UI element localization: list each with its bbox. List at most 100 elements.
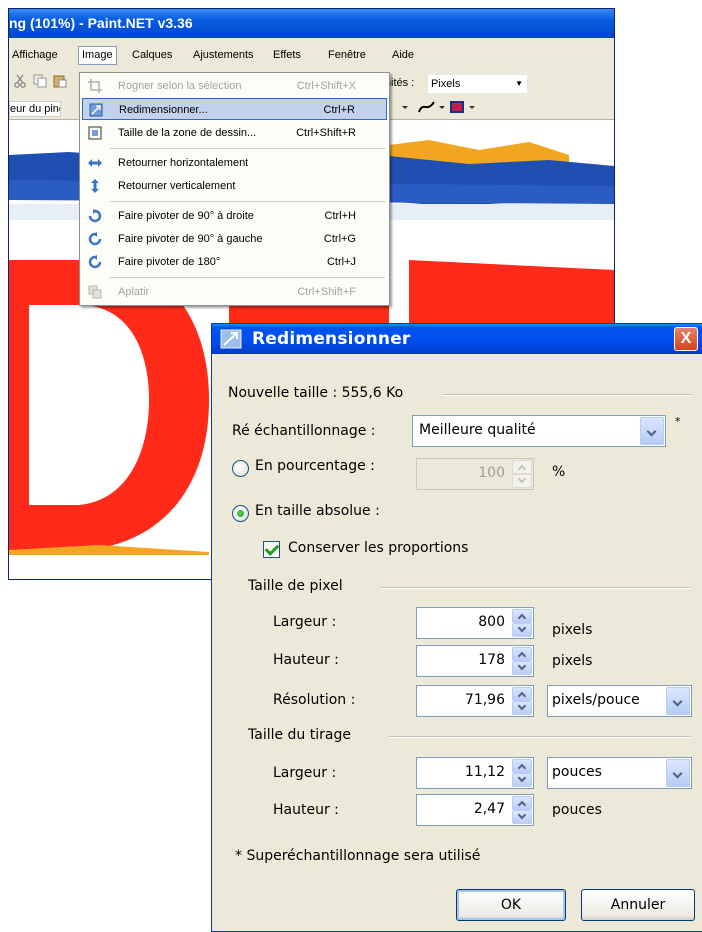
resize-dialog: Redimensionner X Nouvelle taille : 555,6… [211,323,702,932]
menu-rotate-180[interactable]: Faire pivoter de 180° Ctrl+J [82,251,387,273]
px-width-value: 800 [478,614,505,630]
menu-item-shortcut: Ctrl+G [323,233,356,245]
fill-mode-icon[interactable] [449,99,467,115]
menu-image[interactable]: Image [78,46,117,65]
window-title-bar[interactable]: ng (101%) - Paint.NET v3.36 [9,9,614,38]
menu-item-label: Rogner selon la sélection [118,80,242,92]
print-height-unit: pouces [552,802,602,818]
flip-vertical-icon [91,179,99,193]
menu-separator [110,277,385,278]
print-height-label: Hauteur : [273,802,339,818]
close-button[interactable]: X [674,327,698,351]
menu-flip-vertical[interactable]: Retourner verticalement [82,175,387,197]
absolute-size-radio[interactable] [232,505,249,522]
menu-rotate-left[interactable]: Faire pivoter de 90° à gauche Ctrl+G [82,228,387,250]
print-height-value: 2,47 [473,801,505,817]
cancel-button[interactable]: Annuler [581,889,695,921]
menu-flip-horizontal[interactable]: Retourner horizontalement [82,152,387,174]
spin-down-icon[interactable] [512,623,532,637]
menu-calques[interactable]: Calques [129,47,175,64]
group-line [388,736,690,738]
resolution-label: Résolution : [273,692,356,708]
menu-resize[interactable]: Redimensionner... Ctrl+R [82,98,387,120]
percent-unit: % [552,464,566,480]
menu-effets[interactable]: Effets [270,47,304,64]
menu-crop-to-selection[interactable]: Rogner selon la sélection Ctrl+Shift+X [82,75,387,97]
print-width-value: 11,12 [464,764,505,780]
chevron-down-icon[interactable] [438,100,446,114]
absolute-size-label[interactable]: En taille absolue : [255,503,380,519]
dialog-title-bar[interactable]: Redimensionner X [212,324,702,354]
px-width-input[interactable]: 800 [416,607,534,639]
canvas-size-icon [88,126,102,140]
menu-fenetre[interactable]: Fenêtre [325,47,369,64]
percent-value: 100 [478,465,505,481]
menu-item-shortcut: Ctrl+H [324,210,356,222]
print-width-input[interactable]: 11,12 [416,757,534,789]
by-percent-label[interactable]: En pourcentage : [255,458,375,474]
menu-item-label: Retourner horizontalement [118,157,249,169]
copy-icon[interactable] [33,74,47,88]
chevron-down-icon[interactable] [640,417,664,445]
menu-item-shortcut: Ctrl+J [326,256,356,268]
menu-ajustements[interactable]: Ajustements [190,47,257,64]
by-percent-radio[interactable] [232,460,249,477]
menu-canvas-size[interactable]: Taille de la zone de dessin... Ctrl+Shif… [82,122,387,144]
units-select[interactable]: Pixels ▼ [427,74,528,94]
chevron-down-icon: ▼ [515,79,523,88]
paste-icon[interactable] [53,74,67,88]
print-height-input[interactable]: 2,47 [416,794,534,826]
menu-flatten[interactable]: Aplatir Ctrl+Shift+F [82,281,387,303]
resampling-select[interactable]: Meilleure qualité [412,415,666,447]
resolution-input[interactable]: 71,96 [416,685,534,717]
spin-down-icon[interactable] [512,810,532,824]
image-menu-dropdown: Rogner selon la sélection Ctrl+Shift+X R… [79,72,390,306]
keep-ratio-checkbox[interactable] [263,541,280,558]
resolution-unit-select[interactable]: pixels/pouce [547,685,692,717]
menu-item-label: Retourner verticalement [118,180,236,192]
flip-horizontal-icon [88,159,102,167]
resize-icon [220,329,242,349]
spin-up-icon[interactable] [512,759,532,773]
flatten-icon [88,285,102,299]
pixel-size-group-label: Taille de pixel [248,578,343,594]
keep-ratio-label[interactable]: Conserver les proportions [288,540,468,556]
menu-item-label: Faire pivoter de 90° à droite [118,210,254,222]
dialog-title: Redimensionner [252,329,411,349]
resize-icon [89,103,103,117]
spin-up-icon[interactable] [512,687,532,701]
menu-item-shortcut: Ctrl+Shift+R [296,127,356,139]
print-unit-select[interactable]: pouces [547,757,692,789]
group-line [442,394,692,396]
group-line [380,587,690,589]
units-value: Pixels [431,78,461,90]
chevron-down-icon[interactable] [666,759,690,787]
menu-affichage[interactable]: Affichage [9,47,61,64]
menu-separator [110,148,385,149]
curve-icon[interactable] [417,99,437,115]
ok-button[interactable]: OK [456,889,566,921]
px-height-input[interactable]: 178 [416,645,534,677]
rotate-right-icon [88,209,102,223]
spin-down-icon[interactable] [512,661,532,675]
supersampling-footnote: * Superéchantillonnage sera utilisé [235,848,481,864]
spin-up-icon[interactable] [512,796,532,810]
px-height-label: Hauteur : [273,652,339,668]
percent-input: 100 [416,458,534,490]
menu-rotate-right[interactable]: Faire pivoter de 90° à droite Ctrl+H [82,205,387,227]
print-unit-value: pouces [552,764,602,780]
spin-up-icon[interactable] [512,609,532,623]
menu-item-shortcut: Ctrl+Shift+X [296,80,356,92]
close-icon: X [680,330,692,347]
spin-down-icon[interactable] [512,773,532,787]
brush-width-label: eur du pince [9,101,61,117]
spin-down-icon[interactable] [512,701,532,715]
chevron-down-icon[interactable] [468,100,476,114]
chevron-down-icon[interactable] [401,100,409,114]
spin-up-icon [512,460,532,474]
chevron-down-icon[interactable] [666,687,690,715]
cut-icon[interactable] [13,74,27,88]
spin-up-icon[interactable] [512,647,532,661]
menu-aide[interactable]: Aide [389,47,417,64]
print-size-group-label: Taille du tirage [248,727,351,743]
